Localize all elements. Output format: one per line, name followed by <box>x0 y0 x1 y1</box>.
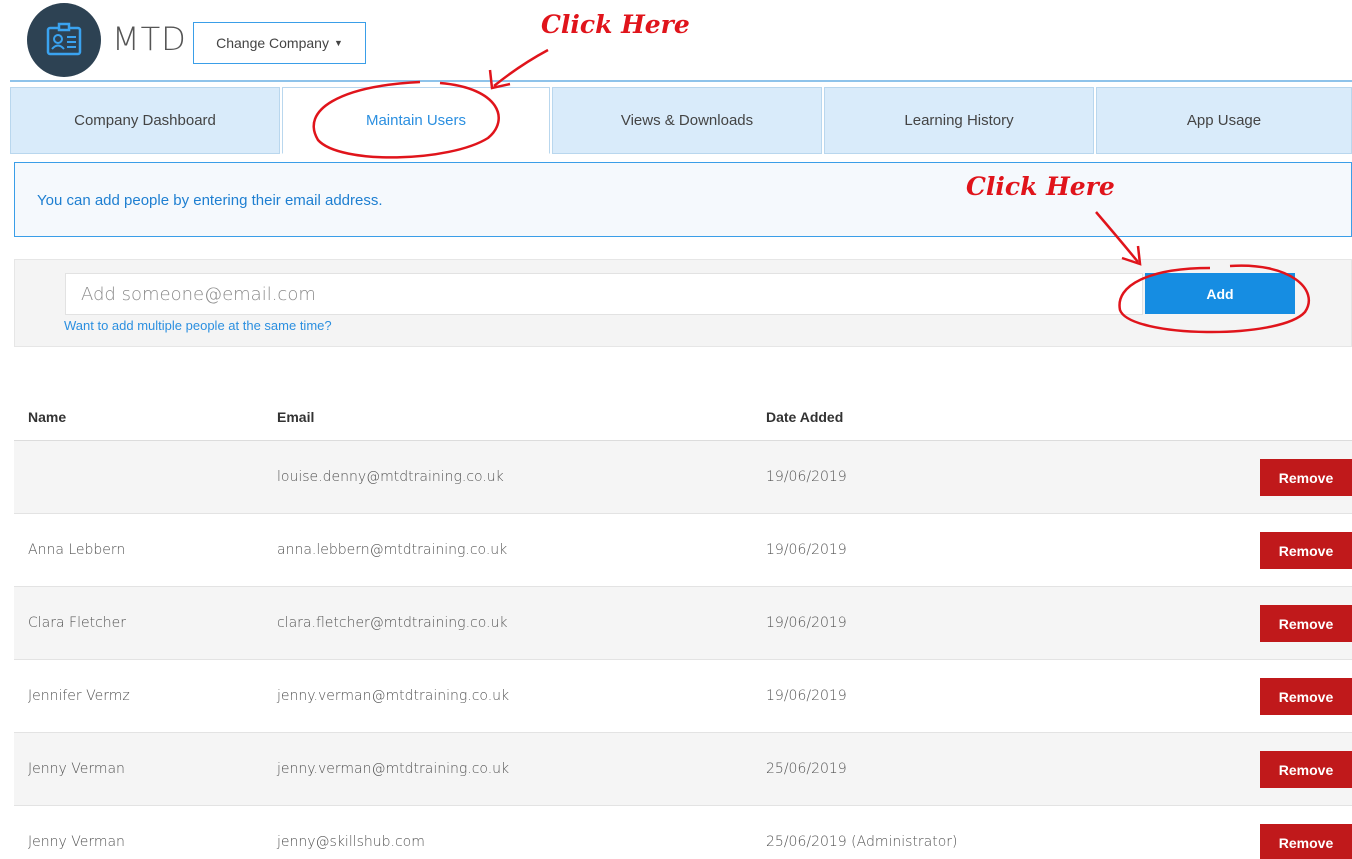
tab-company-dashboard[interactable]: Company Dashboard <box>10 87 280 154</box>
date-added: 25/06/2019 <box>766 761 847 777</box>
user-email: jenny.verman@mtdtraining.co.uk <box>277 761 510 777</box>
user-email: louise.denny@mtdtraining.co.uk <box>277 469 504 485</box>
user-name: Jenny Verman <box>28 761 125 777</box>
date-added: 19/06/2019 <box>766 688 847 704</box>
click-here-annotation-add: Click Here <box>966 172 1115 201</box>
tab-learning-history[interactable]: Learning History <box>824 87 1094 154</box>
tab-bar: Company Dashboard Maintain Users Views &… <box>10 87 1352 154</box>
table-row: Jennifer Vermz jenny.verman@mtdtraining.… <box>14 660 1352 733</box>
add-user-panel: Want to add multiple people at the same … <box>14 259 1352 347</box>
id-card-icon <box>46 22 82 56</box>
remove-button[interactable]: Remove <box>1260 605 1352 642</box>
remove-button[interactable]: Remove <box>1260 532 1352 569</box>
date-added: 19/06/2019 <box>766 469 847 485</box>
user-name: Clara Fletcher <box>28 615 127 631</box>
brand-name: MTD <box>112 20 187 58</box>
user-name: Jenny Verman <box>28 834 125 850</box>
remove-button[interactable]: Remove <box>1260 751 1352 788</box>
tab-views-downloads[interactable]: Views & Downloads <box>552 87 822 154</box>
table-row: louise.denny@mtdtraining.co.uk 19/06/201… <box>14 441 1352 514</box>
user-email: jenny.verman@mtdtraining.co.uk <box>277 688 510 704</box>
role-note: (Administrator) <box>846 834 958 850</box>
user-email: jenny@skillshub.com <box>277 834 425 850</box>
change-company-dropdown[interactable]: Change Company ▼ <box>193 22 366 64</box>
logo <box>27 3 101 77</box>
remove-button[interactable]: Remove <box>1260 678 1352 715</box>
column-email[interactable]: Email <box>277 409 314 425</box>
date-added: 19/06/2019 <box>766 542 847 558</box>
date-added: 25/06/2019 <box>766 834 847 850</box>
user-email: clara.fletcher@mtdtraining.co.uk <box>277 615 508 631</box>
column-name[interactable]: Name <box>28 409 66 425</box>
tab-maintain-users[interactable]: Maintain Users <box>282 87 550 154</box>
user-email: anna.lebbern@mtdtraining.co.uk <box>277 542 508 558</box>
change-company-label: Change Company <box>216 35 329 51</box>
users-table: Name Email Date Added louise.denny@mtdtr… <box>14 395 1352 859</box>
table-body: louise.denny@mtdtraining.co.uk 19/06/201… <box>14 441 1352 859</box>
remove-button[interactable]: Remove <box>1260 459 1352 496</box>
user-name: Anna Lebbern <box>28 542 126 558</box>
info-message: You can add people by entering their ema… <box>37 192 383 209</box>
table-row: Jenny Verman jenny.verman@mtdtraining.co… <box>14 733 1352 806</box>
column-date-added[interactable]: Date Added <box>766 409 843 425</box>
caret-down-icon: ▼ <box>333 38 343 48</box>
table-row: Jenny Verman jenny@skillshub.com 25/06/2… <box>14 806 1352 859</box>
email-input[interactable] <box>65 273 1143 315</box>
click-here-annotation-tab: Click Here <box>541 10 690 39</box>
tab-app-usage[interactable]: App Usage <box>1096 87 1352 154</box>
table-row: Clara Fletcher clara.fletcher@mtdtrainin… <box>14 587 1352 660</box>
remove-button[interactable]: Remove <box>1260 824 1352 859</box>
table-header: Name Email Date Added <box>14 395 1352 441</box>
tabs-divider <box>10 80 1352 82</box>
date-added: 19/06/2019 <box>766 615 847 631</box>
table-row: Anna Lebbern anna.lebbern@mtdtraining.co… <box>14 514 1352 587</box>
user-name: Jennifer Vermz <box>28 688 130 704</box>
add-button[interactable]: Add <box>1145 273 1295 314</box>
add-multiple-link[interactable]: Want to add multiple people at the same … <box>64 318 332 333</box>
info-banner: You can add people by entering their ema… <box>14 162 1352 237</box>
